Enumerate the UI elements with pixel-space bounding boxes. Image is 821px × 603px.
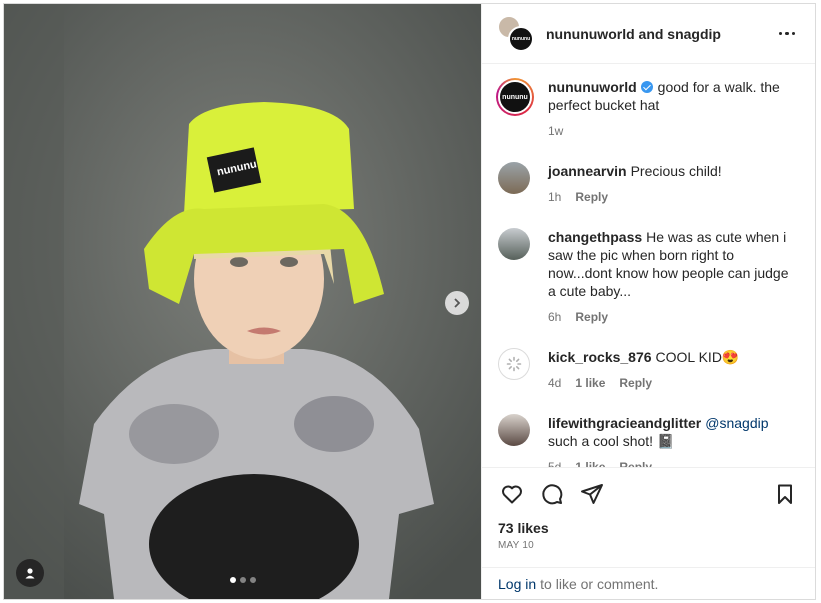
list-item: changethpass He was as cute when i saw th…: [498, 228, 799, 326]
caption-time[interactable]: 1w: [548, 122, 563, 140]
save-button[interactable]: [765, 474, 805, 514]
avatar[interactable]: [498, 162, 530, 194]
likes-count[interactable]: 73 likes: [492, 514, 805, 536]
user-icon: [25, 568, 35, 579]
post-author-names[interactable]: nununuworld and snagdip: [546, 26, 775, 42]
loading-spinner-icon: [506, 356, 522, 372]
tagged-users-button[interactable]: [16, 559, 44, 587]
list-item: lifewithgracieandglitter @snagdip such a …: [498, 414, 799, 467]
reply-button[interactable]: Reply: [575, 188, 608, 206]
post-actions: 73 likes MAY 10: [482, 467, 815, 567]
reply-button[interactable]: Reply: [575, 308, 608, 326]
caption-username[interactable]: nununuworld: [548, 79, 637, 95]
more-options-icon[interactable]: [775, 31, 799, 36]
comment-time[interactable]: 5d: [548, 458, 561, 467]
comment-icon: [542, 484, 563, 505]
comment-username[interactable]: joannearvin: [548, 163, 627, 179]
share-button[interactable]: [572, 474, 612, 514]
avatar[interactable]: nununu: [496, 78, 534, 116]
collab-avatars[interactable]: nununu: [498, 15, 534, 52]
comments-list[interactable]: nununu nununuworld good for a walk. the p…: [482, 64, 815, 467]
comment-username[interactable]: kick_rocks_876: [548, 349, 652, 365]
post-photo: nununu: [4, 4, 481, 599]
comment-likes[interactable]: 1 like: [575, 374, 605, 392]
comment-time[interactable]: 4d: [548, 374, 561, 392]
like-button[interactable]: [492, 474, 532, 514]
login-link[interactable]: Log in: [498, 576, 536, 592]
comment-time[interactable]: 6h: [548, 308, 561, 326]
avatar[interactable]: nununu: [508, 25, 534, 52]
login-prompt: Log in to like or comment.: [482, 567, 815, 599]
comment-text: COOL KID😍: [655, 349, 740, 365]
caption: nununu nununuworld good for a walk. the p…: [496, 78, 799, 140]
post-modal: nununu nununu nununuworld and snagdip nu…: [3, 3, 816, 600]
comment-time[interactable]: 1h: [548, 188, 561, 206]
comment-text: Precious child!: [630, 163, 722, 179]
comment-likes[interactable]: 1 like: [575, 458, 605, 467]
avatar[interactable]: [498, 348, 530, 380]
verified-badge-icon: [640, 81, 653, 93]
reply-button[interactable]: Reply: [619, 458, 652, 467]
bookmark-icon: [778, 484, 792, 504]
post-sidebar: nununu nununuworld and snagdip nununu nu…: [481, 4, 815, 599]
post-date: MAY 10: [498, 540, 534, 551]
carousel-indicator: [229, 577, 256, 583]
login-text: to like or comment.: [540, 575, 659, 592]
carousel-dot: [229, 577, 236, 583]
next-slide-button[interactable]: [445, 291, 469, 315]
list-item: joannearvin Precious child! 1h Reply: [498, 162, 799, 206]
avatar[interactable]: [498, 228, 530, 260]
comment-username[interactable]: changethpass: [548, 229, 642, 245]
comment-text: such a cool shot! 📓: [548, 433, 675, 449]
comment-mention[interactable]: @snagdip: [705, 415, 768, 431]
carousel-dot: [239, 577, 246, 583]
send-icon: [581, 484, 603, 504]
comment-button[interactable]: [532, 474, 572, 514]
chevron-right-icon: [454, 298, 461, 308]
heart-icon: [502, 485, 522, 504]
avatar[interactable]: [498, 414, 530, 446]
carousel-dot: [249, 577, 256, 583]
post-media[interactable]: nununu: [4, 4, 481, 599]
reply-button[interactable]: Reply: [619, 374, 652, 392]
list-item: kick_rocks_876 COOL KID😍 4d 1 like Reply: [498, 348, 799, 392]
comment-username[interactable]: lifewithgracieandglitter: [548, 415, 701, 431]
post-header: nununu nununuworld and snagdip: [482, 4, 815, 64]
